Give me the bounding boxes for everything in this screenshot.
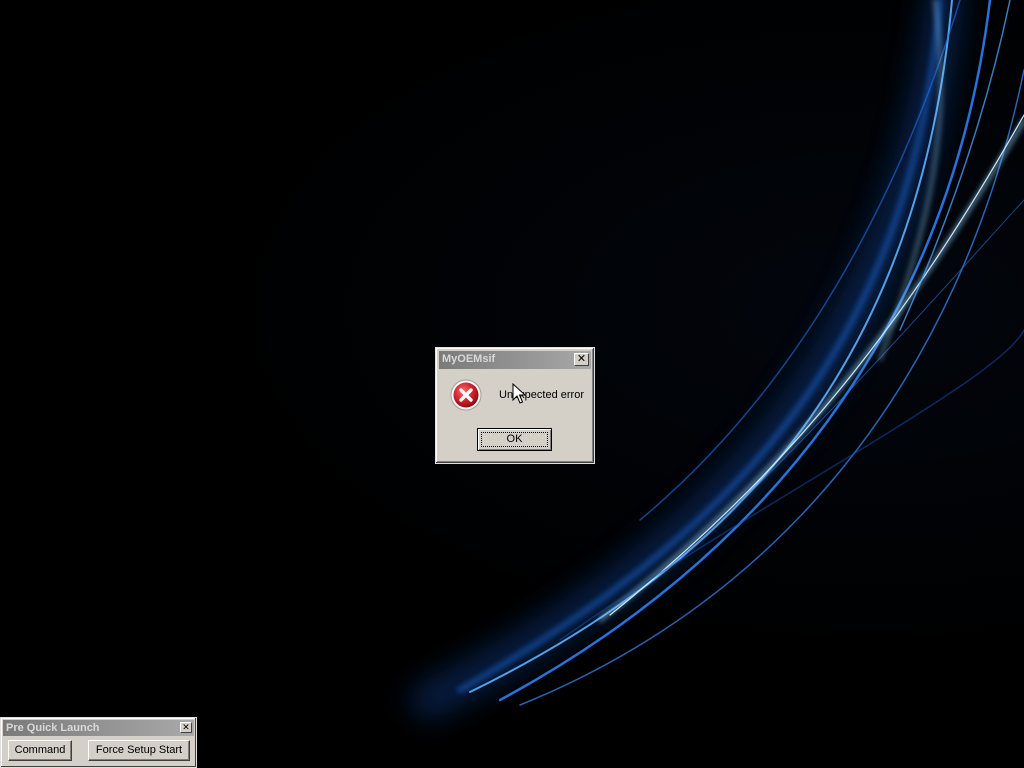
error-icon xyxy=(450,379,482,411)
command-button[interactable]: Command xyxy=(8,740,72,761)
quick-launch-title: Pre Quick Launch xyxy=(6,722,100,734)
force-setup-start-button[interactable]: Force Setup Start xyxy=(88,740,190,761)
mouse-pointer-icon xyxy=(512,383,526,404)
quick-launch-titlebar[interactable]: Pre Quick Launch ✕ xyxy=(3,720,194,736)
quick-launch-close-button[interactable]: ✕ xyxy=(180,722,192,733)
quick-launch-panel: Pre Quick Launch ✕ Command Force Setup S… xyxy=(0,717,197,768)
dialog-titlebar[interactable]: MyOEMsif ✕ xyxy=(439,351,591,369)
ok-button[interactable]: OK xyxy=(477,428,552,451)
dialog-title: MyOEMsif xyxy=(442,353,496,365)
error-dialog: MyOEMsif ✕ Unexpected error OK xyxy=(435,347,595,464)
desktop: MyOEMsif ✕ Unexpected error OK Pre Quick… xyxy=(0,0,1024,768)
dialog-close-button[interactable]: ✕ xyxy=(574,353,589,366)
